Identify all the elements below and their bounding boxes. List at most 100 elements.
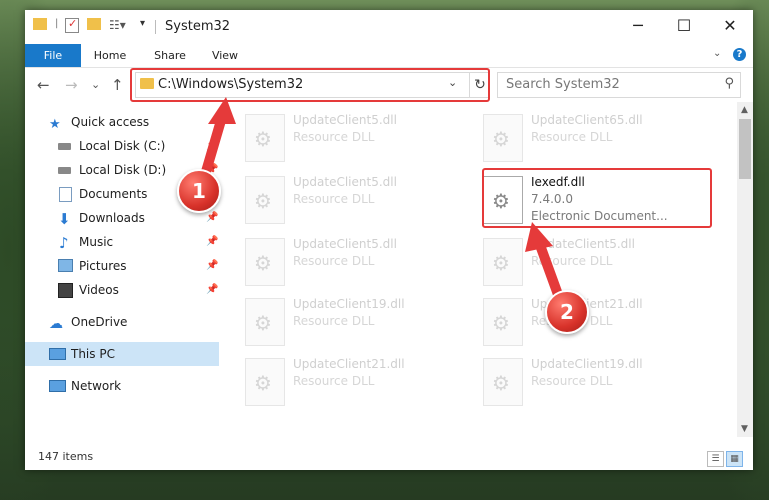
- cloud-icon: ☁: [49, 316, 63, 332]
- gear-icon: ⚙: [254, 127, 272, 151]
- documents-icon: [59, 187, 72, 202]
- tab-share[interactable]: Share: [147, 44, 193, 67]
- file-type: Resource DLL: [531, 254, 613, 268]
- file-item[interactable]: ⚙ UpdateClient5.dll Resource DLL: [221, 172, 451, 228]
- ribbon-expand-icon[interactable]: ⌄: [713, 48, 721, 59]
- sidebar-item-quick-access[interactable]: ★ Quick access: [25, 110, 219, 134]
- file-highlight-box: [482, 168, 712, 228]
- sidebar-item-label: Music: [79, 235, 114, 249]
- file-name: UpdateClient5.dll: [293, 113, 397, 127]
- search-icon: ⚲: [724, 76, 734, 91]
- minimize-button[interactable]: ─: [615, 10, 661, 42]
- scroll-down-icon[interactable]: ▼: [741, 424, 748, 434]
- gear-icon: ⚙: [254, 371, 272, 395]
- close-button[interactable]: ✕: [707, 10, 753, 42]
- file-item[interactable]: ⚙ UpdateClient21.dll Resource DLL: [221, 354, 451, 410]
- recent-locations-button[interactable]: ⌄: [91, 78, 100, 91]
- step-1-badge: 1: [177, 169, 221, 213]
- star-icon: ★: [49, 117, 61, 132]
- new-folder-icon[interactable]: [87, 18, 101, 30]
- pin-icon[interactable]: 📌: [206, 278, 218, 302]
- sidebar-item-label: OneDrive: [71, 315, 128, 329]
- customize-toolbar-icon[interactable]: ☷▾: [109, 18, 126, 32]
- sidebar-item-label: Local Disk (C:): [79, 139, 166, 153]
- music-icon: ♪: [59, 234, 69, 252]
- tab-home[interactable]: Home: [87, 44, 133, 67]
- sidebar-item-label: Documents: [79, 187, 148, 201]
- pin-icon[interactable]: 📌: [206, 230, 218, 254]
- up-button[interactable]: ↑: [111, 76, 124, 94]
- file-item[interactable]: ⚙ UpdateClient5.dll Resource DLL: [221, 234, 451, 290]
- help-icon[interactable]: ?: [733, 48, 746, 61]
- file-item[interactable]: ⚙ UpdateClient65.dll Resource DLL: [459, 110, 689, 166]
- file-type: Resource DLL: [293, 254, 375, 268]
- sidebar-item-network[interactable]: Network: [25, 374, 219, 398]
- properties-icon[interactable]: ✓: [65, 17, 79, 33]
- sidebar-item-pictures[interactable]: Pictures 📌: [25, 254, 219, 278]
- tab-view[interactable]: View: [205, 44, 245, 67]
- file-type: Resource DLL: [293, 130, 375, 144]
- file-name: UpdateClient5.dll: [531, 237, 635, 251]
- file-type: Resource DLL: [293, 374, 375, 388]
- drive-icon: [58, 167, 71, 174]
- gear-icon: ⚙: [254, 311, 272, 335]
- gear-icon: ⚙: [492, 127, 510, 151]
- step-2-badge: 2: [545, 290, 589, 334]
- file-name: UpdateClient5.dll: [293, 237, 397, 251]
- file-name: UpdateClient21.dll: [293, 357, 405, 371]
- gear-icon: ⚙: [254, 189, 272, 213]
- title-separator: [155, 20, 156, 34]
- drive-icon: [58, 143, 71, 150]
- file-item[interactable]: ⚙ UpdateClient5.dll Resource DLL: [459, 234, 689, 290]
- window-title: System32: [165, 19, 231, 34]
- download-icon: ⬇: [58, 210, 71, 228]
- status-bar: 147 items ☰ ▦: [25, 447, 753, 470]
- file-item[interactable]: ⚙ UpdateClient19.dll Resource DLL: [221, 294, 451, 350]
- navigation-pane: ★ Quick access Local Disk (C:) 📌 Local D…: [25, 102, 221, 437]
- search-placeholder: Search System32: [506, 77, 620, 92]
- gear-icon: ⚙: [492, 371, 510, 395]
- scrollbar-thumb[interactable]: [739, 119, 751, 179]
- vertical-scrollbar[interactable]: ▲ ▼: [737, 102, 753, 437]
- details-view-icon[interactable]: ☰: [707, 451, 724, 467]
- sidebar-item-music[interactable]: ♪ Music 📌: [25, 230, 219, 254]
- forward-button[interactable]: →: [65, 76, 78, 94]
- file-type: Resource DLL: [293, 192, 375, 206]
- large-icons-view-icon[interactable]: ▦: [726, 451, 743, 467]
- sidebar-item-label: Quick access: [71, 115, 150, 129]
- file-item[interactable]: ⚙ UpdateClient19.dll Resource DLL: [459, 354, 689, 410]
- pictures-icon: [58, 259, 73, 272]
- sidebar-item-label: Local Disk (D:): [79, 163, 167, 177]
- sidebar-item-videos[interactable]: Videos 📌: [25, 278, 219, 302]
- item-count: 147 items: [38, 450, 94, 463]
- file-type: Resource DLL: [531, 374, 613, 388]
- sidebar-item-local-disk-c[interactable]: Local Disk (C:) 📌: [25, 134, 219, 158]
- gear-icon: ⚙: [492, 251, 510, 275]
- sidebar-item-label: Pictures: [79, 259, 127, 273]
- back-button[interactable]: ←: [37, 76, 50, 94]
- file-item[interactable]: ⚙ UpdateClient5.dll Resource DLL: [221, 110, 451, 166]
- pin-icon[interactable]: 📌: [206, 134, 218, 158]
- file-list: ⚙ UpdateClient5.dll Resource DLL ⚙ Updat…: [221, 102, 737, 437]
- search-box[interactable]: Search System32 ⚲: [497, 72, 741, 98]
- file-name: UpdateClient5.dll: [293, 175, 397, 189]
- gear-icon: ⚙: [254, 251, 272, 275]
- gear-icon: ⚙: [492, 311, 510, 335]
- sidebar-item-label: This PC: [71, 347, 115, 361]
- scroll-up-icon[interactable]: ▲: [741, 105, 748, 115]
- videos-icon: [58, 283, 73, 298]
- address-bar-highlight: [130, 68, 490, 102]
- sidebar-item-this-pc[interactable]: This PC: [25, 342, 219, 366]
- sidebar-item-label: Downloads: [79, 211, 145, 225]
- tab-file[interactable]: File: [25, 44, 81, 67]
- sidebar-item-onedrive[interactable]: ☁ OneDrive: [25, 310, 219, 334]
- ribbon-tabs: File Home Share View ⌄ ?: [25, 44, 753, 68]
- maximize-button[interactable]: ☐: [661, 10, 707, 42]
- file-type: Resource DLL: [293, 314, 375, 328]
- dropdown-icon[interactable]: ▾: [140, 18, 145, 29]
- pin-icon[interactable]: 📌: [206, 254, 218, 278]
- sidebar-item-label: Network: [71, 379, 122, 393]
- file-name: UpdateClient19.dll: [531, 357, 643, 371]
- separator-icon: |: [55, 18, 59, 29]
- sidebar-item-label: Videos: [79, 283, 119, 297]
